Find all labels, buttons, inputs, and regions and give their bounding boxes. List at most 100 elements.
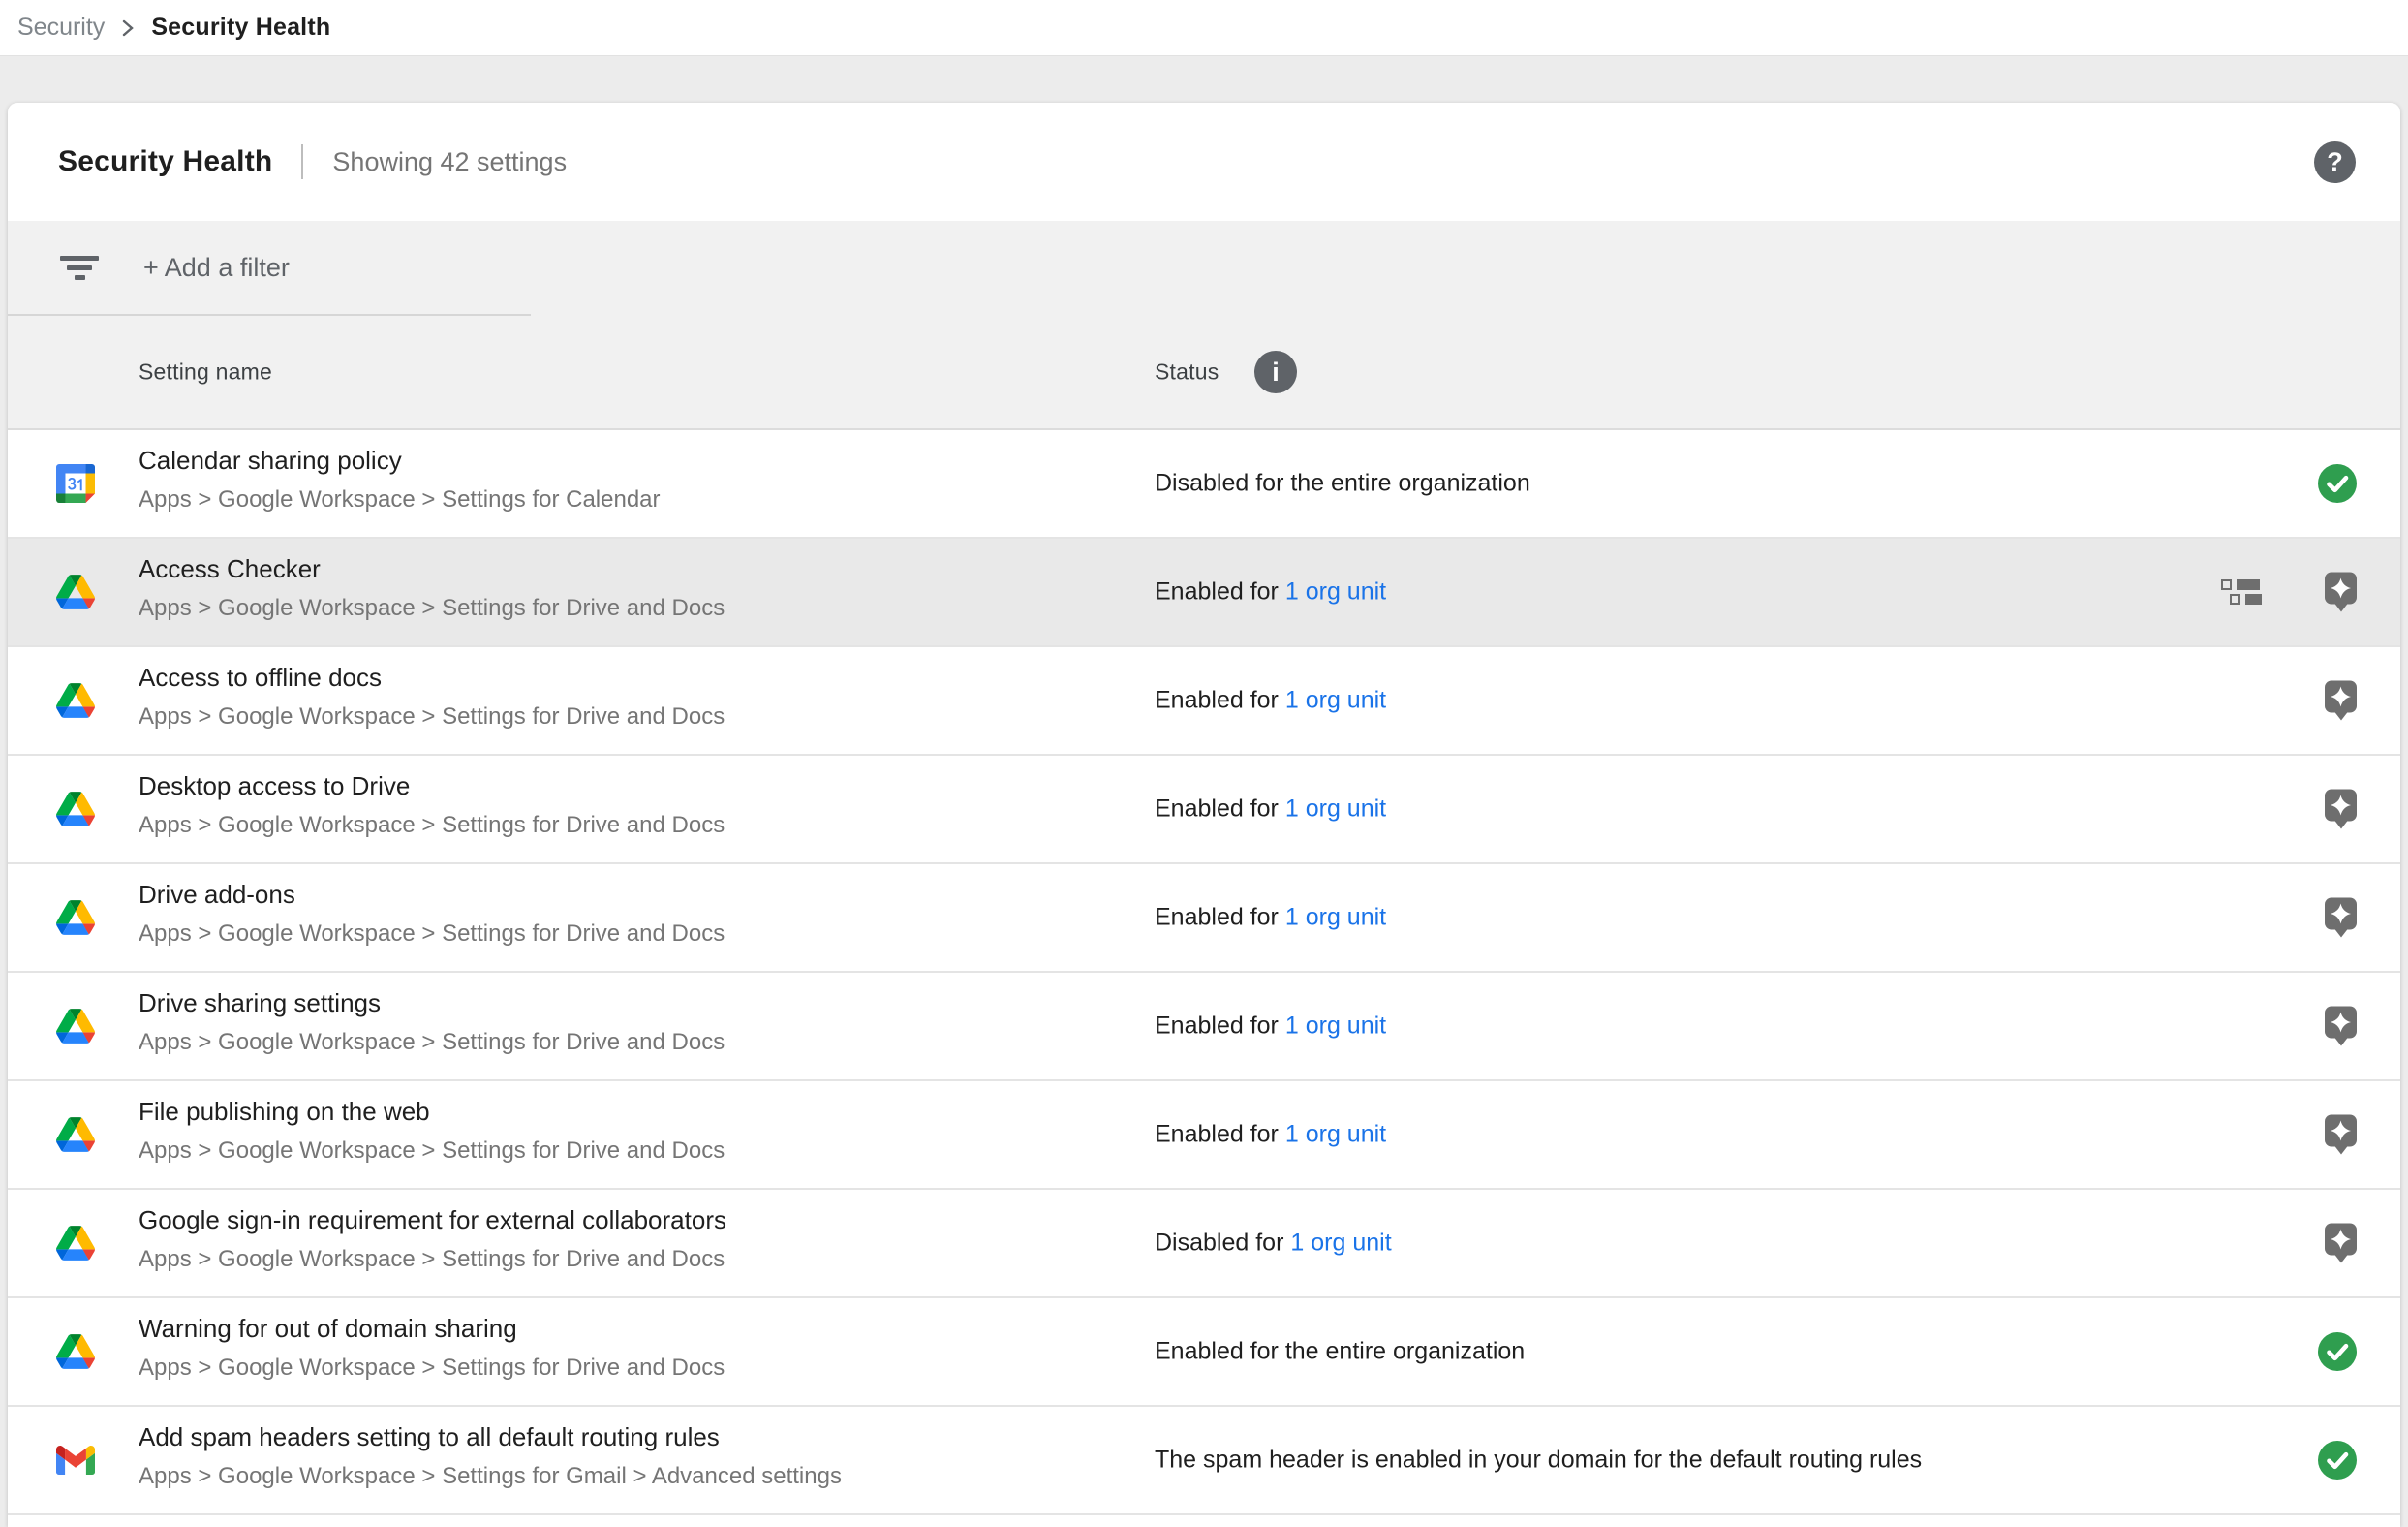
table-row[interactable]: Google sign-in requirement for external … [8, 1190, 2400, 1298]
recommendation-badge-icon[interactable] [2325, 1115, 2357, 1155]
google-drive-icon [56, 1224, 95, 1262]
status-cell: Disabled for 1 org unit [1155, 1230, 1392, 1258]
breadcrumb-current: Security Health [151, 14, 330, 42]
status-text: Disabled for [1155, 1230, 1283, 1257]
column-header-status: Status [1155, 359, 1219, 386]
setting-text: Desktop access to Drive Apps > Google Wo… [139, 768, 725, 841]
setting-path: Apps > Google Workspace > Settings for D… [139, 1027, 725, 1058]
setting-path: Apps > Google Workspace > Settings for D… [139, 1244, 726, 1275]
breadcrumb-parent-link[interactable]: Security [17, 14, 105, 42]
status-ok-icon [2318, 1332, 2357, 1371]
setting-text: Drive sharing settings Apps > Google Wor… [139, 985, 725, 1058]
google-drive-icon [56, 1007, 95, 1045]
status-org-unit-link[interactable]: 1 org unit [1285, 1121, 1386, 1148]
breadcrumb: Security Security Health [0, 0, 2408, 55]
status-org-unit-link[interactable]: 1 org unit [1285, 904, 1386, 931]
recommendation-badge-icon[interactable] [2325, 1007, 2357, 1046]
status-text: Enabled for the entire organization [1155, 1338, 1525, 1365]
status-cell: Enabled for1 org unit [1155, 904, 1386, 932]
recommendation-badge-icon[interactable] [2325, 681, 2357, 721]
setting-path: Apps > Google Workspace > Settings for D… [139, 919, 725, 950]
table-row[interactable]: Access to offline docs Apps > Google Wor… [8, 647, 2400, 756]
settings-count: Showing 42 settings [332, 147, 567, 177]
setting-path: Apps > Google Workspace > Settings for D… [139, 1353, 725, 1384]
table-row[interactable]: Desktop access to Drive Apps > Google Wo… [8, 756, 2400, 864]
status-cell: Enabled for1 org unit [1155, 795, 1386, 824]
status-text: Enabled for [1155, 795, 1279, 823]
status-org-unit-link[interactable]: 1 org unit [1290, 1230, 1391, 1257]
setting-text: Access Checker Apps > Google Workspace >… [139, 551, 725, 624]
chevron-right-icon [120, 16, 136, 40]
status-text: Enabled for [1155, 1121, 1279, 1148]
title-divider [301, 144, 303, 179]
status-text: Enabled for [1155, 578, 1279, 606]
status-text: Disabled for the entire organization [1155, 470, 1530, 497]
status-cell: Enabled for1 org unit [1155, 578, 1386, 607]
setting-path: Apps > Google Workspace > Settings for C… [139, 484, 661, 515]
status-ok-icon [2318, 464, 2357, 503]
setting-name: Desktop access to Drive [139, 768, 725, 803]
table-row[interactable]: File publishing on the web Apps > Google… [8, 1081, 2400, 1190]
status-cell: Enabled for1 org unit [1155, 1121, 1386, 1149]
status-ok-icon [2318, 1441, 2357, 1480]
setting-path: Apps > Google Workspace > Settings for D… [139, 1136, 725, 1167]
status-org-unit-link[interactable]: 1 org unit [1285, 795, 1386, 823]
setting-text: Calendar sharing policy Apps > Google Wo… [139, 443, 661, 515]
recommendation-badge-icon[interactable] [2325, 790, 2357, 829]
settings-table-body: Calendar sharing policy Apps > Google Wo… [8, 430, 2400, 1515]
table-row[interactable]: Drive add-ons Apps > Google Workspace > … [8, 864, 2400, 973]
setting-text: File publishing on the web Apps > Google… [139, 1094, 725, 1167]
setting-text: Add spam headers setting to all default … [139, 1419, 842, 1492]
setting-name: Google sign-in requirement for external … [139, 1202, 726, 1237]
status-org-unit-link[interactable]: 1 org unit [1285, 687, 1386, 714]
filter-icon [60, 256, 99, 280]
add-filter-button[interactable]: + Add a filter [143, 253, 290, 283]
status-org-unit-link[interactable]: 1 org unit [1285, 578, 1386, 606]
recommendation-badge-icon[interactable] [2325, 898, 2357, 938]
setting-name: Add spam headers setting to all default … [139, 1419, 842, 1454]
status-cell: Enabled for1 org unit [1155, 687, 1386, 715]
table-row[interactable]: Add spam headers setting to all default … [8, 1407, 2400, 1515]
google-drive-icon [56, 898, 95, 937]
setting-text: Google sign-in requirement for external … [139, 1202, 726, 1275]
gmail-icon [56, 1441, 95, 1480]
setting-name: Access Checker [139, 551, 725, 586]
google-drive-icon [56, 681, 95, 720]
status-cell: Enabled for1 org unit [1155, 1013, 1386, 1041]
org-units-icon[interactable] [2221, 579, 2262, 605]
google-drive-icon [56, 1332, 95, 1371]
setting-name: Drive sharing settings [139, 985, 725, 1020]
status-text: Enabled for [1155, 904, 1279, 931]
google-drive-icon [56, 1115, 95, 1154]
setting-name: File publishing on the web [139, 1094, 725, 1129]
setting-name: Warning for out of domain sharing [139, 1311, 725, 1346]
setting-path: Apps > Google Workspace > Settings for D… [139, 701, 725, 732]
status-cell: Enabled for the entire organization [1155, 1338, 1525, 1366]
status-org-unit-link[interactable]: 1 org unit [1285, 1013, 1386, 1040]
status-cell: The spam header is enabled in your domai… [1155, 1447, 1922, 1475]
setting-text: Warning for out of domain sharing Apps >… [139, 1311, 725, 1384]
table-controls: + Add a filter Setting name Status i [8, 221, 2400, 430]
recommendation-badge-icon[interactable] [2325, 573, 2357, 612]
table-row[interactable]: Drive sharing settings Apps > Google Wor… [8, 973, 2400, 1081]
setting-text: Access to offline docs Apps > Google Wor… [139, 660, 725, 732]
table-row[interactable]: Calendar sharing policy Apps > Google Wo… [8, 430, 2400, 539]
filter-bar: + Add a filter [8, 221, 2400, 314]
status-text: Enabled for [1155, 687, 1279, 714]
setting-name: Calendar sharing policy [139, 443, 661, 478]
table-row[interactable]: Access Checker Apps > Google Workspace >… [8, 539, 2400, 647]
card-header: Security Health Showing 42 settings ? [8, 103, 2400, 221]
setting-text: Drive add-ons Apps > Google Workspace > … [139, 877, 725, 950]
info-icon[interactable]: i [1254, 351, 1297, 393]
column-header-setting-name: Setting name [139, 359, 272, 386]
help-icon[interactable]: ? [2314, 141, 2356, 183]
google-drive-icon [56, 790, 95, 828]
table-row[interactable]: Warning for out of domain sharing Apps >… [8, 1298, 2400, 1407]
recommendation-badge-icon[interactable] [2325, 1224, 2357, 1263]
security-health-card: Security Health Showing 42 settings ? + … [8, 103, 2400, 1527]
setting-path: Apps > Google Workspace > Settings for D… [139, 593, 725, 624]
setting-name: Access to offline docs [139, 660, 725, 695]
google-calendar-icon [56, 464, 95, 503]
page-title: Security Health [58, 145, 272, 178]
google-drive-icon [56, 573, 95, 611]
